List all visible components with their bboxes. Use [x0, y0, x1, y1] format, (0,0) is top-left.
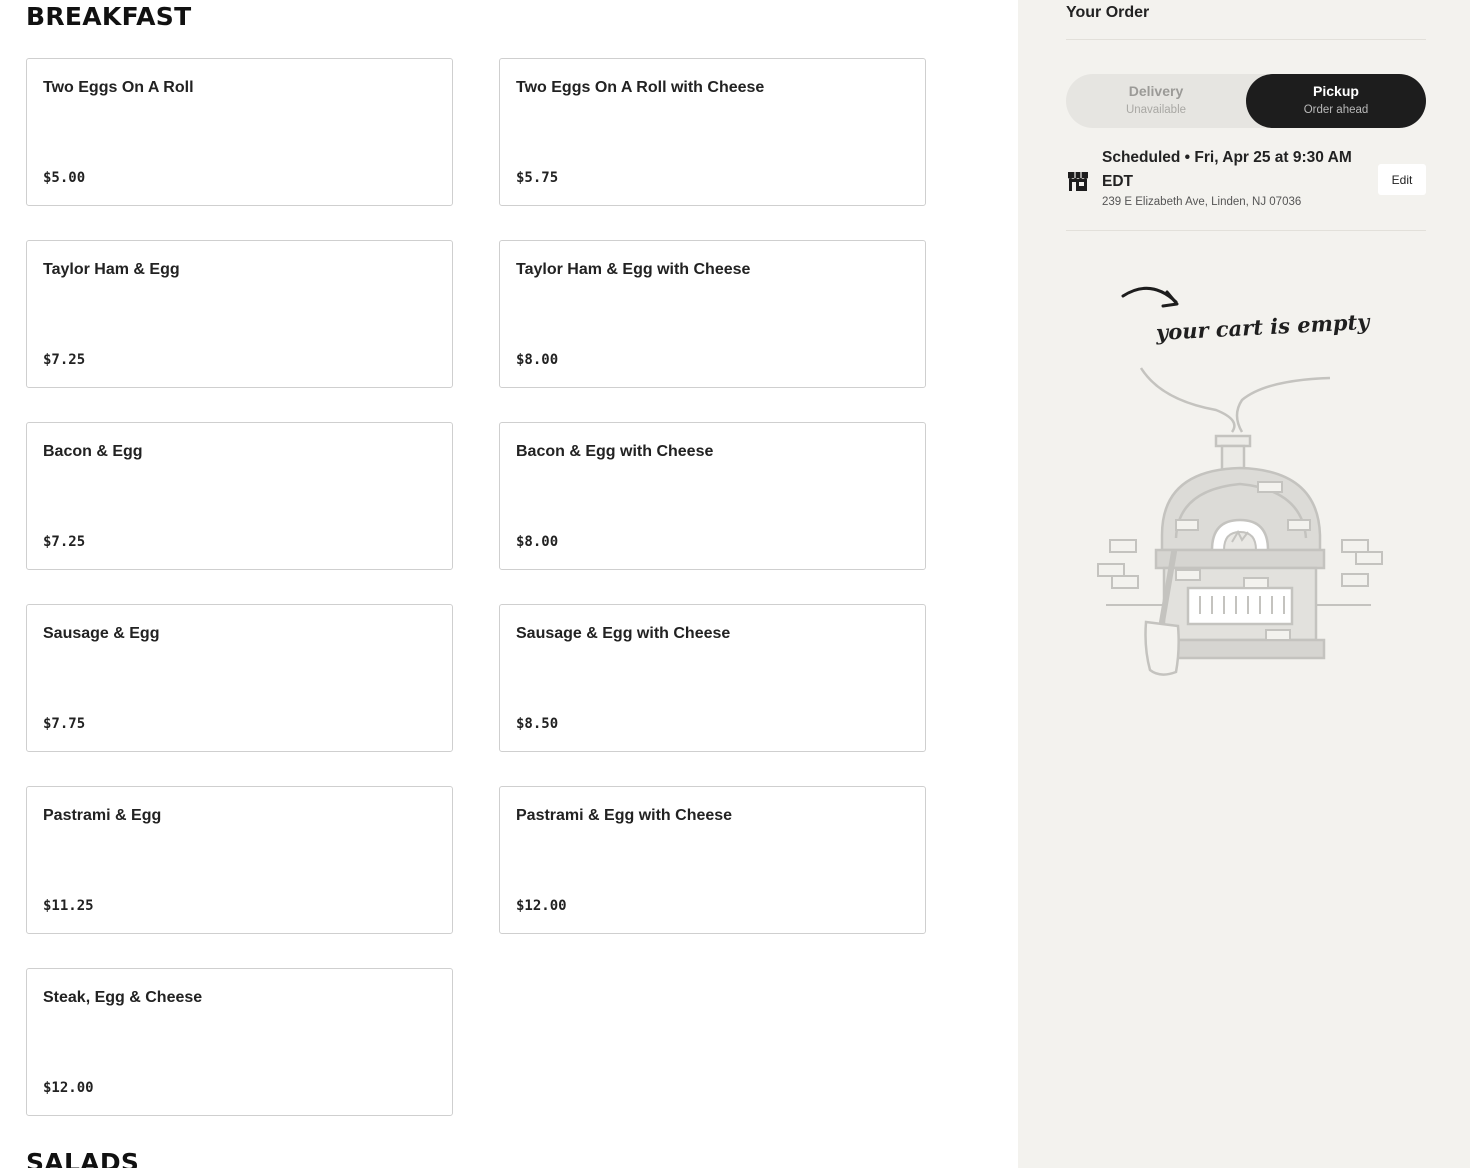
- pickup-label: Pickup: [1313, 83, 1359, 99]
- section-title-salads: SALADS: [26, 1148, 140, 1168]
- menu-item-card[interactable]: Bacon & Egg $7.25: [26, 422, 453, 570]
- menu-item-card[interactable]: Taylor Ham & Egg $7.25: [26, 240, 453, 388]
- menu-item-card[interactable]: Sausage & Egg $7.75: [26, 604, 453, 752]
- order-sidebar: Your Order Delivery Unavailable Pickup O…: [1018, 0, 1470, 1168]
- menu-item-price: $5.75: [516, 170, 559, 186]
- menu-item-price: $12.00: [516, 898, 567, 914]
- menu-item-price: $8.50: [516, 716, 559, 732]
- menu-item-card[interactable]: Pastrami & Egg $11.25: [26, 786, 453, 934]
- menu-item-card[interactable]: Pastrami & Egg with Cheese $12.00: [499, 786, 926, 934]
- menu-item-card[interactable]: Taylor Ham & Egg with Cheese $8.00: [499, 240, 926, 388]
- menu-item-name: Sausage & Egg: [43, 625, 160, 642]
- menu-item-price: $12.00: [43, 1080, 94, 1096]
- menu-item-price: $7.25: [43, 352, 86, 368]
- fulfillment-toggle: Delivery Unavailable Pickup Order ahead: [1066, 74, 1426, 128]
- section-title-breakfast: BREAKFAST: [26, 2, 192, 31]
- menu-item-name: Two Eggs On A Roll: [43, 79, 194, 96]
- menu-item-price: $5.00: [43, 170, 86, 186]
- pickup-address: 239 E Elizabeth Ave, Linden, NJ 07036: [1102, 196, 1302, 208]
- menu-item-name: Steak, Egg & Cheese: [43, 989, 203, 1006]
- menu-item-name: Taylor Ham & Egg: [43, 261, 180, 278]
- divider: [1066, 39, 1426, 40]
- menu-item-card[interactable]: Two Eggs On A Roll $5.00: [26, 58, 453, 206]
- menu-item-price: $8.00: [516, 352, 559, 368]
- delivery-sublabel: Unavailable: [1125, 104, 1187, 116]
- menu-item-name: Pastrami & Egg with Cheese: [516, 807, 733, 824]
- delivery-label: Delivery: [1128, 83, 1184, 99]
- pickup-sublabel: Order ahead: [1303, 104, 1369, 116]
- store-icon: [1066, 169, 1090, 193]
- menu-item-price: $11.25: [43, 898, 94, 914]
- divider: [1066, 230, 1426, 231]
- menu-item-price: $8.00: [516, 534, 559, 550]
- menu-item-name: Pastrami & Egg: [43, 807, 162, 824]
- menu-item-name: Sausage & Egg with Cheese: [516, 625, 731, 642]
- menu-item-name: Bacon & Egg: [43, 443, 143, 460]
- delivery-option[interactable]: Delivery Unavailable: [1066, 74, 1246, 128]
- order-title: Your Order: [1066, 4, 1150, 21]
- menu-item-name: Taylor Ham & Egg with Cheese: [516, 261, 751, 278]
- edit-schedule-button[interactable]: Edit: [1378, 164, 1426, 195]
- menu-item-name: Bacon & Egg with Cheese: [516, 443, 714, 460]
- menu-item-price: $7.25: [43, 534, 86, 550]
- menu-item-name: Two Eggs On A Roll with Cheese: [516, 79, 765, 96]
- menu-item-card[interactable]: Two Eggs On A Roll with Cheese $5.75: [499, 58, 926, 206]
- schedule-text: Scheduled • Fri, Apr 25 at 9:30 AM EDT: [1102, 149, 1352, 190]
- pickup-option[interactable]: Pickup Order ahead: [1246, 74, 1426, 128]
- menu-item-card[interactable]: Steak, Egg & Cheese $12.00: [26, 968, 453, 1116]
- menu-panel: BREAKFAST Two Eggs On A Roll $5.00 Two E…: [0, 0, 1018, 1168]
- menu-item-card[interactable]: Sausage & Egg with Cheese $8.50: [499, 604, 926, 752]
- menu-item-price: $7.75: [43, 716, 86, 732]
- menu-item-card[interactable]: Bacon & Egg with Cheese $8.00: [499, 422, 926, 570]
